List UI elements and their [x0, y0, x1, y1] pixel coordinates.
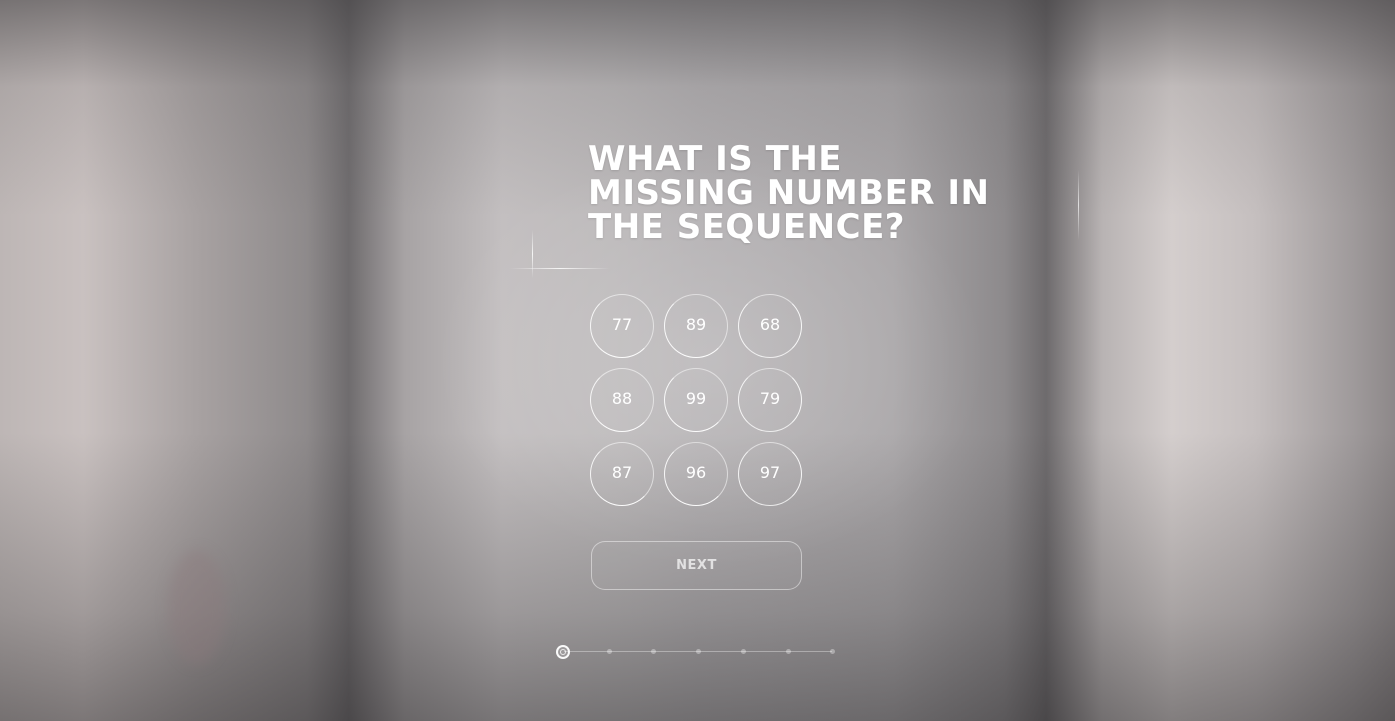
light-flare	[510, 268, 610, 269]
progress-marker-icon	[556, 645, 570, 659]
progress-step-dot	[740, 649, 746, 654]
progress-step-dot	[606, 649, 612, 654]
answer-option[interactable]: 79	[738, 368, 802, 432]
answer-option[interactable]: 89	[664, 294, 728, 358]
answer-option[interactable]: 88	[590, 368, 654, 432]
question-title: WHAT IS THE MISSING NUMBER IN THE SEQUEN…	[588, 139, 990, 247]
answer-option[interactable]: 99	[664, 368, 728, 432]
progress-step-dot	[696, 649, 702, 654]
answer-option[interactable]: 68	[738, 294, 802, 358]
progress-step-dot	[651, 649, 657, 654]
answer-option[interactable]: 77	[590, 294, 654, 358]
answer-options-grid: 77 89 68 88 99 79 87 96 97	[590, 294, 804, 506]
progress-indicator	[556, 644, 836, 660]
progress-step-dot	[785, 649, 791, 654]
background-blur-shape	[168, 550, 226, 665]
light-flare	[532, 230, 533, 278]
light-flare	[1078, 170, 1079, 240]
answer-option[interactable]: 97	[738, 442, 802, 506]
next-button[interactable]: NEXT	[591, 541, 802, 590]
answer-option[interactable]: 96	[664, 442, 728, 506]
progress-step-dot	[830, 649, 836, 654]
answer-option[interactable]: 87	[590, 442, 654, 506]
